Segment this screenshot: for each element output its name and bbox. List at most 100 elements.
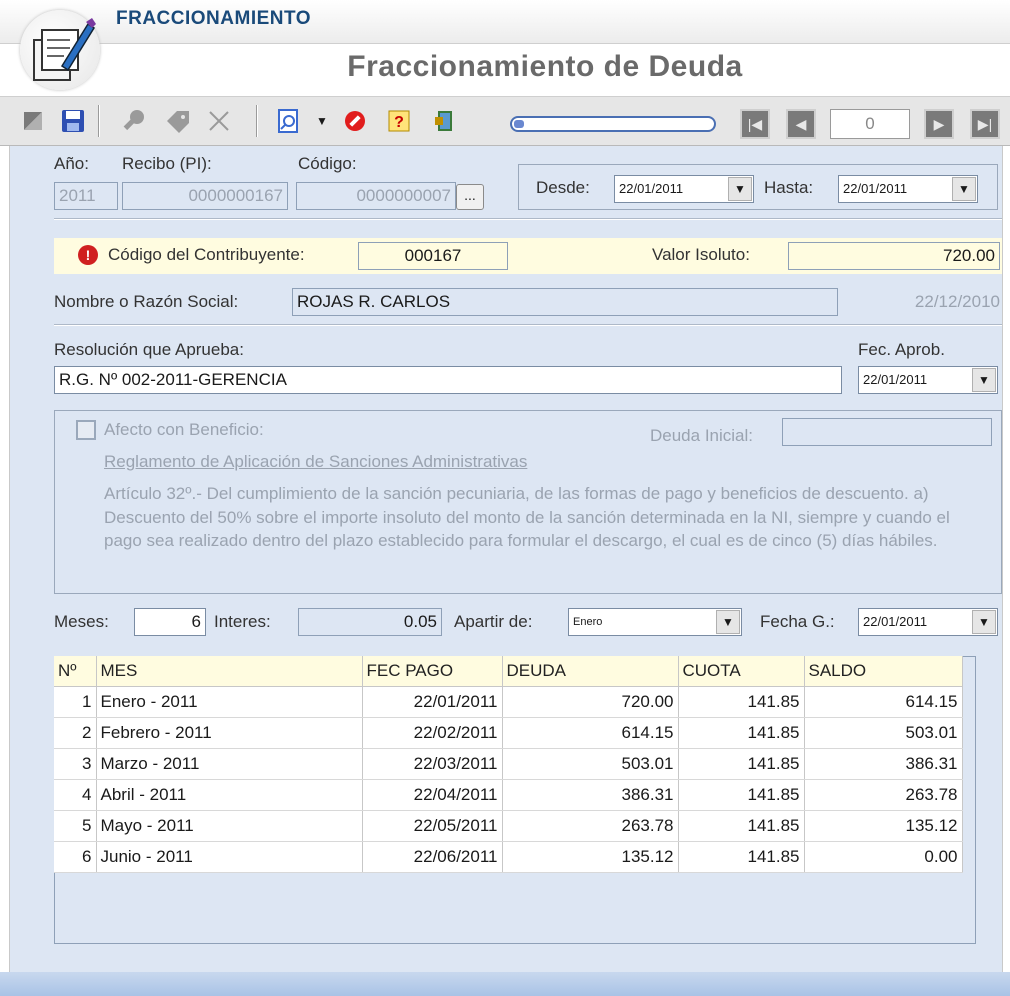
table-row[interactable]: 4 Abril - 2011 22/04/2011 386.31 141.85 …: [54, 779, 963, 811]
table-row[interactable]: 1 Enero - 2011 22/01/2011 720.00 141.85 …: [54, 686, 963, 718]
cell-deuda: 503.01: [502, 748, 679, 780]
record-number-input[interactable]: 0: [830, 109, 910, 139]
col-header-deuda[interactable]: DEUDA: [502, 656, 679, 687]
cell-mes: Mayo - 2011: [96, 810, 363, 842]
cell-mes: Abril - 2011: [96, 779, 363, 811]
chevron-down-icon[interactable]: ▼: [728, 177, 752, 201]
cell-fecpago: 22/03/2011: [362, 748, 503, 780]
progress-fill: [514, 120, 524, 128]
prev-record-button[interactable]: ◀: [786, 109, 816, 139]
recibo-field[interactable]: 0000000167: [122, 182, 288, 210]
afecto-checkbox[interactable]: [76, 420, 96, 440]
nombre-field[interactable]: ROJAS R. CARLOS: [292, 288, 838, 316]
first-record-button[interactable]: |◀: [740, 109, 770, 139]
svg-text:?: ?: [394, 114, 404, 131]
recibo-label: Recibo (PI):: [122, 154, 212, 173]
cell-fecpago: 22/01/2011: [362, 686, 503, 718]
left-border: [0, 146, 10, 982]
table-row[interactable]: 5 Mayo - 2011 22/05/2011 263.78 141.85 1…: [54, 810, 963, 842]
interes-field[interactable]: 0.05: [298, 608, 442, 636]
desde-date-value: 22/01/2011: [619, 181, 684, 196]
articulo-text: Artículo 32º.- Del cumplimiento de la sa…: [104, 484, 950, 550]
anio-field[interactable]: 2011: [54, 182, 118, 210]
cell-num: 1: [54, 686, 97, 718]
codigo-label: Código:: [298, 154, 357, 173]
table-row[interactable]: 6 Junio - 2011 22/06/2011 135.12 141.85 …: [54, 841, 963, 873]
col-header-cuota[interactable]: CUOTA: [678, 656, 805, 687]
cell-num: 6: [54, 841, 97, 873]
cell-fecpago: 22/06/2011: [362, 841, 503, 873]
next-record-button[interactable]: ▶: [924, 109, 954, 139]
contrib-field[interactable]: 000167: [358, 242, 508, 270]
cell-cuota: 141.85: [678, 748, 805, 780]
cell-mes: Marzo - 2011: [96, 748, 363, 780]
contrib-label: Código del Contribuyente:: [108, 245, 305, 264]
table-row[interactable]: 3 Marzo - 2011 22/03/2011 503.01 141.85 …: [54, 748, 963, 780]
cancel-icon[interactable]: [338, 105, 372, 137]
cell-fecpago: 22/02/2011: [362, 717, 503, 749]
codigo-lookup-button[interactable]: ...: [456, 184, 484, 210]
cell-saldo: 135.12: [804, 810, 963, 842]
chevron-down-icon[interactable]: ▼: [952, 177, 976, 201]
afecto-label: Afecto con Beneficio:: [104, 420, 264, 439]
table-header-row: Nº MES FEC PAGO DEUDA CUOTA SALDO: [54, 656, 963, 687]
right-border: [1002, 146, 1010, 982]
hasta-date-value: 22/01/2011: [843, 181, 908, 196]
cell-deuda: 720.00: [502, 686, 679, 718]
hasta-label: Hasta:: [764, 178, 814, 197]
col-header-mes[interactable]: MES: [96, 656, 363, 687]
meses-label: Meses:: [54, 612, 109, 631]
meses-field[interactable]: 6: [134, 608, 206, 636]
save-icon[interactable]: [56, 105, 90, 137]
valor-field[interactable]: 720.00: [788, 242, 1000, 270]
module-title: FRACCIONAMIENTO: [116, 8, 312, 29]
apartir-select[interactable]: Enero ▼: [568, 608, 742, 636]
fecaprob-date-picker[interactable]: 22/01/2011 ▼: [858, 366, 998, 394]
alert-icon: !: [78, 245, 98, 265]
apartir-label: Apartir de:: [454, 612, 533, 631]
col-header-fecpago[interactable]: FEC PAGO: [362, 656, 503, 687]
col-header-saldo[interactable]: SALDO: [804, 656, 963, 687]
cell-deuda: 263.78: [502, 810, 679, 842]
chevron-down-icon[interactable]: ▼: [716, 610, 740, 634]
fechag-date-value: 22/01/2011: [863, 614, 928, 629]
cell-mes: Enero - 2011: [96, 686, 363, 718]
desde-date-picker[interactable]: 22/01/2011 ▼: [614, 175, 754, 203]
cell-num: 2: [54, 717, 97, 749]
cell-deuda: 614.15: [502, 717, 679, 749]
chevron-down-icon[interactable]: ▼: [972, 368, 996, 392]
cell-saldo: 263.78: [804, 779, 963, 811]
form-title: Fraccionamiento de Deuda: [347, 50, 743, 83]
codigo-field[interactable]: 0000000007: [296, 182, 456, 210]
anio-label: Año:: [54, 154, 89, 173]
divider: [54, 324, 1002, 326]
cell-mes: Febrero - 2011: [96, 717, 363, 749]
dropdown-arrow-icon[interactable]: ▼: [314, 105, 330, 137]
cell-saldo: 503.01: [804, 717, 963, 749]
cell-num: 5: [54, 810, 97, 842]
grid-icon[interactable]: [18, 105, 48, 137]
resolucion-field[interactable]: R.G. Nº 002-2011-GERENCIA: [54, 366, 842, 394]
cell-cuota: 141.85: [678, 810, 805, 842]
hasta-date-picker[interactable]: 22/01/2011 ▼: [838, 175, 978, 203]
chevron-down-icon[interactable]: ▼: [972, 610, 996, 634]
fechag-label: Fecha G.:: [760, 612, 835, 631]
fechag-date-picker[interactable]: 22/01/2011 ▼: [858, 608, 998, 636]
help-icon[interactable]: ?: [382, 105, 416, 137]
tag-icon[interactable]: [160, 105, 194, 137]
divider: [54, 218, 1002, 220]
zoom-document-icon[interactable]: [272, 105, 306, 137]
deuda-inicial-field[interactable]: [782, 418, 992, 446]
cell-mes: Junio - 2011: [96, 841, 363, 873]
close-icon[interactable]: [202, 105, 236, 137]
cell-saldo: 386.31: [804, 748, 963, 780]
status-bar: [0, 972, 1010, 996]
exit-door-icon[interactable]: [428, 105, 462, 137]
table-row[interactable]: 2 Febrero - 2011 22/02/2011 614.15 141.8…: [54, 717, 963, 749]
col-header-num[interactable]: Nº: [54, 656, 97, 687]
wrench-icon[interactable]: [116, 105, 150, 137]
reglamento-link[interactable]: Reglamento de Aplicación de Sanciones Ad…: [104, 452, 527, 472]
nombre-label: Nombre o Razón Social:: [54, 292, 239, 311]
interes-label: Interes:: [214, 612, 271, 631]
last-record-button[interactable]: ▶|: [970, 109, 1000, 139]
